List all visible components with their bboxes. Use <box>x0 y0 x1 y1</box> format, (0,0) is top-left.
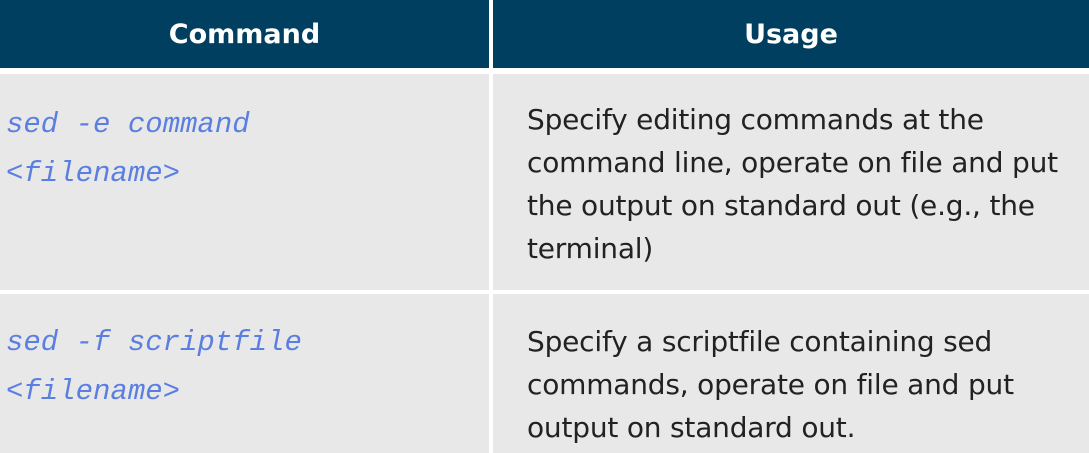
command-line: sed -e command <box>6 108 250 141</box>
usage-cell: Specify a scriptfile containing sed comm… <box>493 294 1089 453</box>
usage-line: command line, operate on file and put <box>527 146 1058 179</box>
usage-line: commands, operate on file and put <box>527 368 1014 401</box>
header-usage: Usage <box>493 0 1089 68</box>
usage-line: Specify a scriptfile containing sed <box>527 325 993 358</box>
usage-line: the output on standard out (e.g., the <box>527 189 1035 222</box>
table-row: sed -e command <filename> Specify editin… <box>0 74 1089 290</box>
usage-line: terminal) <box>527 232 654 265</box>
command-cell: sed -f scriptfile <filename> <box>0 294 489 453</box>
table-header-row: Command Usage <box>0 0 1089 68</box>
command-line: <filename> <box>6 375 181 408</box>
usage-line: output on standard out. <box>527 411 856 444</box>
command-line: sed -f scriptfile <box>6 326 302 359</box>
usage-line: Specify editing commands at the <box>527 103 984 136</box>
usage-cell: Specify editing commands at the command … <box>493 74 1089 290</box>
table-row: sed -f scriptfile <filename> Specify a s… <box>0 294 1089 453</box>
command-code: sed -e command <filename> <box>6 100 250 198</box>
usage-text: Specify a scriptfile containing sed comm… <box>527 320 1087 449</box>
header-command: Command <box>0 0 489 68</box>
command-cell: sed -e command <filename> <box>0 74 489 290</box>
usage-text: Specify editing commands at the command … <box>527 98 1087 270</box>
sed-commands-table: Command Usage sed -e command <filename> … <box>0 0 1089 453</box>
command-line: <filename> <box>6 157 181 190</box>
command-code: sed -f scriptfile <filename> <box>6 318 302 416</box>
